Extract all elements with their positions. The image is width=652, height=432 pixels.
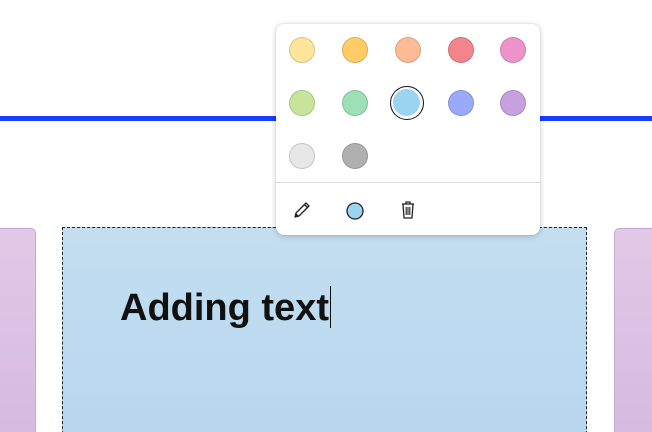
color-picker-popover	[276, 24, 540, 235]
swatch-light-blue[interactable]	[390, 86, 424, 120]
sticky-note-text-editor[interactable]: Adding text	[120, 285, 332, 330]
trash-icon	[402, 201, 414, 219]
swatch-light-yellow[interactable]	[289, 37, 315, 63]
sticky-note-selected[interactable]: Adding text	[62, 227, 587, 432]
swatch-light-orange[interactable]	[395, 37, 421, 63]
popover-divider	[276, 182, 540, 183]
color-button[interactable]	[343, 198, 367, 222]
text-caret	[329, 285, 332, 328]
swatch-blue[interactable]	[448, 90, 474, 116]
color-circle-icon	[346, 202, 364, 220]
swatch-violet[interactable]	[500, 90, 526, 116]
sticky-note-right[interactable]	[614, 228, 652, 432]
whiteboard-canvas[interactable]: Adding text	[0, 0, 652, 432]
swatch-green[interactable]	[342, 90, 368, 116]
swatch-light-blue-fill	[393, 89, 420, 116]
swatch-light-green[interactable]	[289, 90, 315, 116]
swatch-red[interactable]	[448, 37, 474, 63]
delete-button[interactable]	[396, 198, 420, 222]
pencil-icon	[294, 202, 310, 218]
swatch-yellow[interactable]	[342, 37, 368, 63]
swatch-pink[interactable]	[500, 37, 526, 63]
swatch-light-gray[interactable]	[289, 143, 315, 169]
sticky-note-text: Adding text	[120, 287, 329, 329]
edit-text-button[interactable]	[290, 198, 314, 222]
swatch-gray[interactable]	[342, 143, 368, 169]
sticky-note-left[interactable]	[0, 228, 36, 432]
